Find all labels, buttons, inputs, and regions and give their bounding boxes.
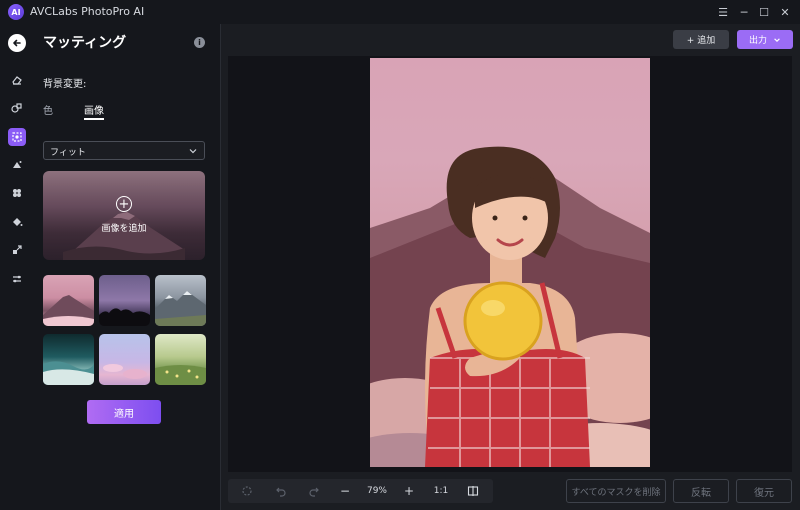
eraser-icon[interactable]	[8, 71, 26, 89]
back-button[interactable]	[8, 34, 26, 52]
enhance-icon[interactable]	[8, 99, 26, 117]
paint-bucket-icon[interactable]	[8, 213, 26, 231]
background-thumbnail[interactable]	[43, 334, 94, 385]
face-icon[interactable]	[8, 184, 26, 202]
zoom-out-button[interactable]: −	[334, 479, 356, 503]
edited-photo[interactable]	[370, 58, 650, 467]
apply-button[interactable]: 適用	[87, 400, 161, 424]
background-thumbnail[interactable]	[43, 275, 94, 326]
add-button[interactable]: + 追加	[673, 30, 729, 49]
menu-icon[interactable]: ☰	[714, 3, 732, 21]
zoom-in-button[interactable]: +	[398, 479, 420, 503]
app-logo: AI	[8, 4, 24, 20]
restore-button[interactable]: 復元	[736, 479, 792, 503]
clear-all-masks-button[interactable]: すべてのマスクを削除	[566, 479, 666, 503]
panel-title: マッティング	[43, 35, 127, 51]
maximize-icon[interactable]: ☐	[755, 3, 773, 21]
colorize-icon[interactable]	[8, 156, 26, 174]
tab-color[interactable]: 色	[43, 102, 53, 117]
canvas-toolbar: − 79% + 1:1	[228, 479, 493, 503]
chevron-down-icon	[189, 149, 197, 154]
arrow-left-icon	[13, 39, 21, 47]
add-button-label: + 追加	[686, 36, 716, 46]
actual-size-button[interactable]: 1:1	[428, 479, 454, 503]
background-thumbnail[interactable]	[99, 275, 150, 326]
title-bar: AI AVCLabs PhotoPro AI ☰ ─ ☐ ✕	[0, 0, 800, 24]
export-button[interactable]: 出力	[737, 30, 793, 49]
plus-circle-icon: +	[116, 196, 132, 212]
active-tab-indicator	[84, 118, 104, 120]
add-image-button[interactable]: + 画像を追加	[43, 171, 205, 260]
redo-icon[interactable]	[303, 479, 325, 503]
fit-select[interactable]: フィット	[43, 141, 205, 160]
add-image-label: 画像を追加	[101, 224, 147, 234]
background-thumbnail[interactable]	[99, 334, 150, 385]
matting-panel	[34, 24, 220, 510]
export-button-label: 出力	[748, 36, 767, 46]
fit-select-value: フィット	[50, 148, 86, 158]
background-thumbnail[interactable]	[155, 275, 206, 326]
background-change-label: 背景変更:	[43, 79, 87, 90]
invert-button[interactable]: 反転	[673, 479, 729, 503]
info-icon[interactable]: i	[194, 37, 205, 48]
app-title: AVCLabs PhotoPro AI	[30, 5, 145, 18]
zoom-level: 79%	[366, 486, 387, 496]
chevron-down-icon	[774, 37, 780, 42]
undo-icon[interactable]	[270, 479, 292, 503]
compare-icon[interactable]	[462, 479, 484, 503]
close-icon[interactable]: ✕	[776, 3, 794, 21]
adjust-sliders-icon[interactable]	[8, 270, 26, 288]
minimize-icon[interactable]: ─	[735, 3, 753, 21]
background-thumbnail[interactable]	[155, 334, 206, 385]
matting-icon[interactable]	[8, 128, 26, 146]
tab-image[interactable]: 画像	[84, 102, 104, 117]
photo-composition	[370, 146, 650, 467]
tool-rail	[0, 24, 34, 510]
upscale-icon[interactable]	[8, 241, 26, 259]
lasso-icon[interactable]	[236, 479, 258, 503]
